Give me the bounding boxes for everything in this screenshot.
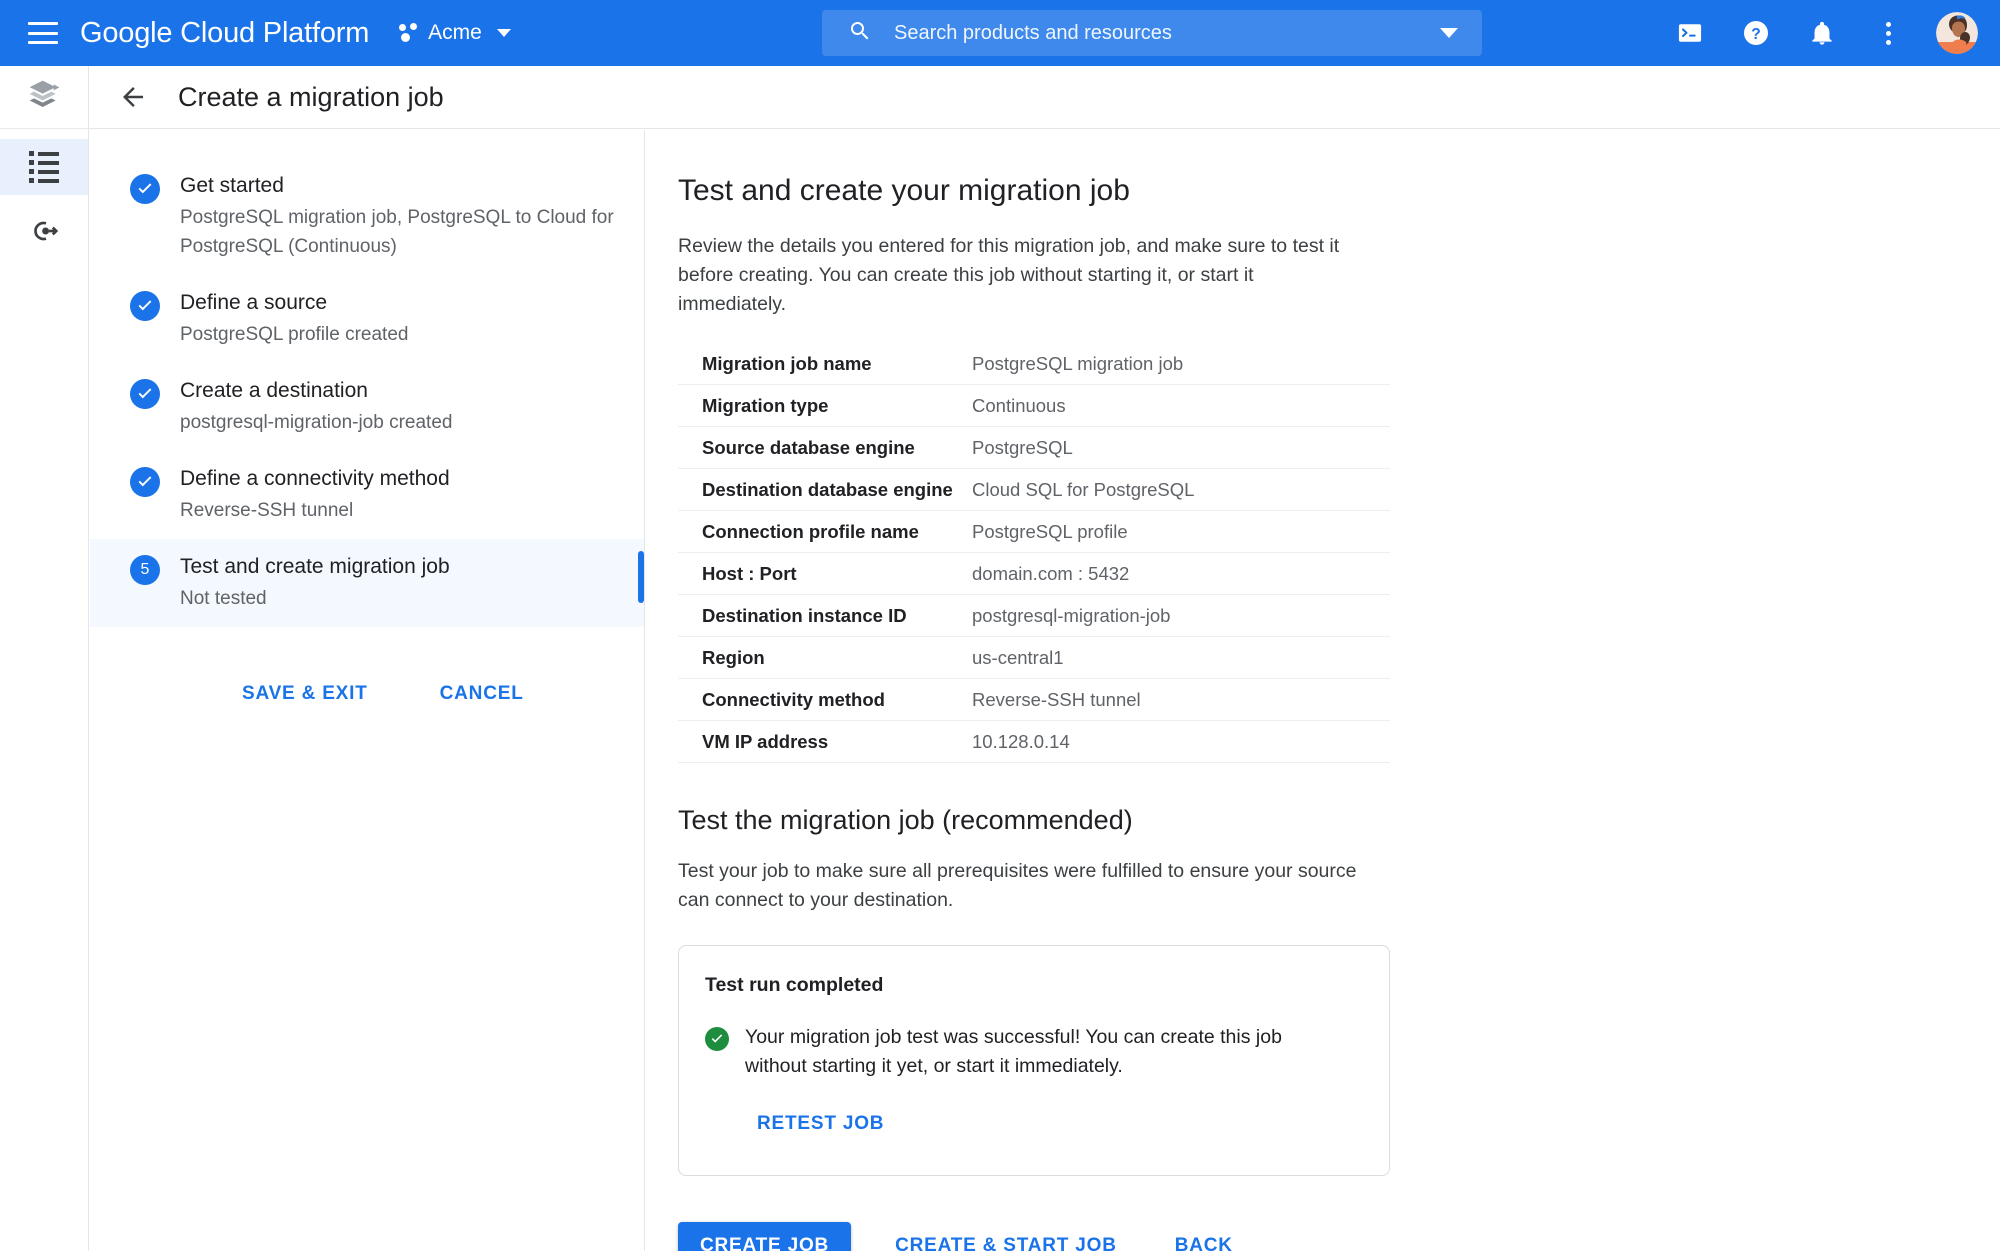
search-chevron-down-icon[interactable] <box>1440 28 1458 38</box>
detail-label: Migration type <box>702 395 972 417</box>
step-title: Define a source <box>180 289 620 317</box>
back-button[interactable]: BACK <box>1161 1225 1247 1251</box>
detail-value: postgresql-migration-job <box>972 605 1170 627</box>
retest-job-button[interactable]: RETEST JOB <box>743 1103 898 1145</box>
search-bar[interactable]: Search products and resources <box>822 10 1482 56</box>
detail-label: Source database engine <box>702 437 972 459</box>
migration-steps-sidebar: Get started PostgreSQL migration job, Po… <box>90 130 645 1251</box>
cancel-button[interactable]: CANCEL <box>426 673 538 715</box>
search-icon <box>848 19 872 48</box>
detail-label: Host : Port <box>702 563 972 585</box>
top-header-bar: Google Cloud Platform Acme Search produc… <box>0 0 2000 66</box>
detail-label: Region <box>702 647 972 669</box>
create-and-start-job-button[interactable]: CREATE & START JOB <box>881 1225 1131 1251</box>
success-check-circle-icon <box>705 1027 729 1051</box>
chevron-down-icon <box>497 29 511 37</box>
step-subtitle: Reverse-SSH tunnel <box>180 496 620 525</box>
test-result-message: Your migration job test was successful! … <box>745 1023 1345 1081</box>
cloud-shell-icon[interactable] <box>1668 11 1712 55</box>
step-title: Create a destination <box>180 377 620 405</box>
step-subtitle: PostgreSQL profile created <box>180 320 620 349</box>
step-test-and-create-migration-job[interactable]: 5 Test and create migration job Not test… <box>90 539 644 627</box>
content-description: Review the details you entered for this … <box>678 232 1358 319</box>
project-name: Acme <box>428 21 482 45</box>
content-heading: Test and create your migration job <box>678 174 2000 208</box>
project-selector[interactable]: Acme <box>399 21 511 45</box>
project-dots-icon <box>399 23 419 43</box>
step-define-a-source[interactable]: Define a source PostgreSQL profile creat… <box>90 275 644 363</box>
notifications-bell-icon[interactable] <box>1800 11 1844 55</box>
step-title: Test and create migration job <box>180 553 620 581</box>
step-complete-check-icon <box>130 379 160 409</box>
save-and-exit-button[interactable]: SAVE & EXIT <box>228 673 382 715</box>
step-subtitle: PostgreSQL migration job, PostgreSQL to … <box>180 203 620 261</box>
detail-label: Connectivity method <box>702 689 972 711</box>
step-get-started[interactable]: Get started PostgreSQL migration job, Po… <box>90 158 644 275</box>
header-actions: ? <box>1668 0 1978 66</box>
migration-jobs-list-icon <box>29 151 59 183</box>
detail-value: us-central1 <box>972 647 1064 669</box>
test-result-card: Test run completed Your migration job te… <box>678 945 1390 1176</box>
back-arrow-icon[interactable] <box>118 82 148 112</box>
table-row: Migration job name PostgreSQL migration … <box>678 343 1390 385</box>
detail-label: Connection profile name <box>702 521 972 543</box>
detail-value: PostgreSQL profile <box>972 521 1128 543</box>
connection-profiles-icon <box>28 215 60 252</box>
main-content: Test and create your migration job Revie… <box>646 130 2000 1251</box>
hamburger-menu-icon[interactable] <box>28 22 58 44</box>
page-titlebar: Create a migration job <box>89 66 2000 129</box>
step-create-a-destination[interactable]: Create a destination postgresql-migratio… <box>90 363 644 451</box>
step-define-a-connectivity-method[interactable]: Define a connectivity method Reverse-SSH… <box>90 451 644 539</box>
step-complete-check-icon <box>130 467 160 497</box>
sidebar-item-migration-jobs[interactable] <box>0 139 88 195</box>
table-row: Region us-central1 <box>678 637 1390 679</box>
step-complete-check-icon <box>130 174 160 204</box>
step-title: Get started <box>180 172 620 200</box>
detail-value: Cloud SQL for PostgreSQL <box>972 479 1194 501</box>
step-complete-check-icon <box>130 291 160 321</box>
detail-label: Destination database engine <box>702 479 972 501</box>
detail-label: Migration job name <box>702 353 972 375</box>
table-row: Host : Port domain.com : 5432 <box>678 553 1390 595</box>
test-result-message-row: Your migration job test was successful! … <box>705 1023 1363 1081</box>
retest-action-row: RETEST JOB <box>705 1103 1363 1145</box>
brand-title: Google Cloud Platform <box>80 17 369 50</box>
table-row: Destination instance ID postgresql-migra… <box>678 595 1390 637</box>
detail-value: PostgreSQL <box>972 437 1073 459</box>
detail-value: domain.com : 5432 <box>972 563 1129 585</box>
table-row: VM IP address 10.128.0.14 <box>678 721 1390 763</box>
detail-value: Reverse-SSH tunnel <box>972 689 1141 711</box>
table-row: Connectivity method Reverse-SSH tunnel <box>678 679 1390 721</box>
help-icon[interactable]: ? <box>1734 11 1778 55</box>
more-options-kebab-icon[interactable] <box>1866 11 1910 55</box>
left-icon-rail <box>0 66 89 1251</box>
sidebar-item-connection-profiles[interactable] <box>0 205 88 261</box>
detail-value: 10.128.0.14 <box>972 731 1070 753</box>
test-section-heading: Test the migration job (recommended) <box>678 805 2000 836</box>
test-result-title: Test run completed <box>705 974 1363 997</box>
step-subtitle: postgresql-migration-job created <box>180 408 620 437</box>
table-row: Connection profile name PostgreSQL profi… <box>678 511 1390 553</box>
avatar[interactable] <box>1936 12 1978 54</box>
migration-details-table: Migration job name PostgreSQL migration … <box>678 343 1390 763</box>
detail-label: VM IP address <box>702 731 972 753</box>
create-job-button[interactable]: CREATE JOB <box>678 1222 851 1251</box>
page-title: Create a migration job <box>178 82 444 113</box>
detail-value: PostgreSQL migration job <box>972 353 1183 375</box>
step-subtitle: Not tested <box>180 584 620 613</box>
table-row: Destination database engine Cloud SQL fo… <box>678 469 1390 511</box>
detail-label: Destination instance ID <box>702 605 972 627</box>
table-row: Migration type Continuous <box>678 385 1390 427</box>
detail-value: Continuous <box>972 395 1066 417</box>
table-row: Source database engine PostgreSQL <box>678 427 1390 469</box>
sidebar-actions: SAVE & EXIT CANCEL <box>90 627 644 715</box>
search-input[interactable]: Search products and resources <box>894 22 1440 45</box>
test-section-description: Test your job to make sure all prerequis… <box>678 857 1358 915</box>
svg-text:?: ? <box>1751 26 1761 43</box>
bottom-action-bar: CREATE JOB CREATE & START JOB BACK <box>678 1222 2000 1251</box>
database-migration-service-logo-icon[interactable] <box>0 66 88 129</box>
step-number-badge: 5 <box>130 555 160 585</box>
step-number: 5 <box>141 561 150 579</box>
step-title: Define a connectivity method <box>180 465 620 493</box>
